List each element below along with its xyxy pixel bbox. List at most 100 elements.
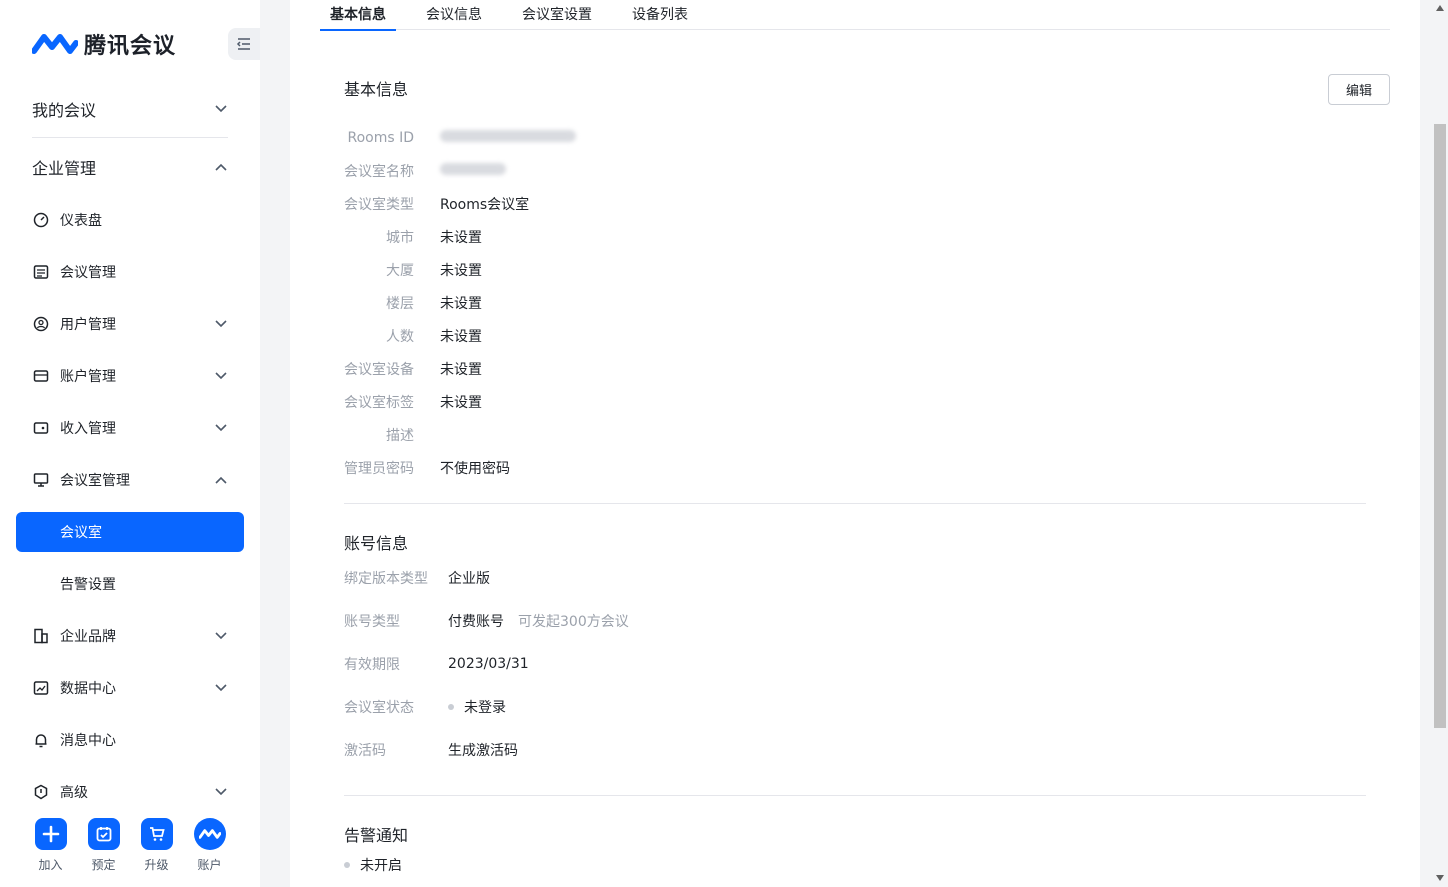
upgrade-label: 升级 [144, 858, 169, 872]
field-label: 会议室状态 [344, 700, 414, 716]
field-label: 激活码 [344, 743, 386, 759]
sidebar-item-label: 告警设置 [60, 577, 116, 593]
field-value: 未设置 [440, 395, 482, 411]
account-row-type: 账号类型 付费账号 可发起300方会议 [344, 611, 629, 631]
field-label: 大厦 [386, 263, 414, 279]
field-value: 付费账号 [448, 614, 504, 630]
field-label: 楼层 [386, 296, 414, 312]
account-type-note: 可发起300方会议 [518, 614, 629, 630]
sidebar-item-label: 会议室 [60, 525, 102, 541]
sidebar-item-dashboard[interactable]: 仪表盘 [32, 200, 228, 240]
tab-room-settings[interactable]: 会议室设置 [512, 0, 602, 30]
sidebar-item-label: 仪表盘 [60, 213, 102, 229]
sidebar: 腾讯会议 我的会议 企业管理 仪表盘 会议管理 用户管理 账户管理 收入管理 会… [0, 0, 260, 887]
dashboard-icon [32, 211, 50, 229]
field-value: 未设置 [440, 362, 482, 378]
sidebar-item-meeting-management[interactable]: 会议管理 [32, 252, 228, 292]
sidebar-item-label: 收入管理 [60, 421, 116, 437]
tencent-meeting-logo-icon [32, 34, 78, 54]
sidebar-item-room-management[interactable]: 会议室管理 [32, 460, 228, 500]
chevron-down-icon [214, 369, 228, 383]
tab-device-list[interactable]: 设备列表 [622, 0, 698, 30]
app-name: 腾讯会议 [84, 34, 177, 59]
nav-enterprise-management[interactable]: 企业管理 [32, 139, 228, 195]
sidebar-item-meeting-rooms[interactable]: 会议室 [16, 512, 244, 552]
field-value [440, 130, 576, 146]
sidebar-item-revenue-management[interactable]: 收入管理 [32, 408, 228, 448]
field-label: 人数 [386, 329, 414, 345]
account-info-title: 账号信息 [344, 534, 409, 553]
upgrade-button[interactable]: 升级 [130, 818, 183, 873]
sidebar-item-account-management[interactable]: 账户管理 [32, 356, 228, 396]
field-value: 企业版 [448, 571, 490, 587]
account-row-expiry: 有效期限 2023/03/31 [344, 654, 529, 674]
sidebar-item-message-center[interactable]: 消息中心 [32, 720, 228, 760]
sidebar-item-label: 高级 [60, 785, 88, 801]
info-row-room-type: 会议室类型 Rooms会议室 [344, 194, 529, 214]
info-row-capacity: 人数 未设置 [344, 326, 482, 346]
scroll-down-arrow-icon[interactable] [1434, 872, 1446, 884]
schedule-button[interactable]: 预定 [77, 818, 130, 873]
join-label: 加入 [38, 858, 63, 872]
sidebar-item-label: 会议室管理 [60, 473, 130, 489]
redacted-value [440, 130, 576, 142]
chevron-down-icon [214, 102, 228, 116]
app-logo[interactable]: 腾讯会议 [32, 30, 177, 59]
cart-icon [140, 818, 173, 850]
alert-notice-title: 告警通知 [344, 826, 409, 845]
nav-my-meetings[interactable]: 我的会议 [32, 81, 228, 137]
sidebar-item-alert-settings[interactable]: 告警设置 [60, 564, 116, 604]
chart-icon [32, 679, 50, 697]
field-label: 绑定版本类型 [344, 571, 428, 587]
account-row-room-status: 会议室状态 未登录 [344, 697, 506, 717]
sidebar-item-label: 用户管理 [60, 317, 116, 333]
calendar-icon [87, 818, 120, 850]
tab-basic-info[interactable]: 基本信息 [320, 0, 396, 31]
list-icon [32, 263, 50, 281]
sidebar-item-label: 会议管理 [60, 265, 116, 281]
chevron-down-icon [214, 421, 228, 435]
user-icon [32, 315, 50, 333]
sidebar-item-advanced[interactable]: 高级 [32, 772, 228, 812]
field-value: 未设置 [440, 329, 482, 345]
info-row-admin-password: 管理员密码 不使用密码 [344, 458, 510, 478]
alert-status-value: 未开启 [360, 858, 402, 874]
account-row-edition: 绑定版本类型 企业版 [344, 568, 490, 588]
collapse-sidebar-button[interactable] [228, 28, 260, 60]
sidebar-item-label: 消息中心 [60, 733, 116, 749]
tab-meeting-info[interactable]: 会议信息 [416, 0, 492, 30]
generate-activation-code-link[interactable]: 生成激活码 [448, 740, 518, 760]
edit-button[interactable]: 编辑 [1328, 74, 1390, 105]
monitor-icon [32, 471, 50, 489]
scrollbar-thumb[interactable] [1434, 124, 1446, 728]
redacted-value [440, 163, 506, 175]
field-label: 管理员密码 [344, 461, 414, 477]
sidebar-item-user-management[interactable]: 用户管理 [32, 304, 228, 344]
field-label: 描述 [386, 428, 414, 444]
wallet-icon [32, 419, 50, 437]
field-value: 未设置 [440, 296, 482, 312]
sidebar-item-label: 企业品牌 [60, 629, 116, 645]
info-row-building: 大厦 未设置 [344, 260, 482, 280]
account-button[interactable]: 账户 [183, 818, 236, 873]
section-divider [344, 795, 1366, 796]
info-row-rooms-id: Rooms ID [344, 128, 576, 148]
sidebar-item-data-center[interactable]: 数据中心 [32, 668, 228, 708]
scroll-up-arrow-icon[interactable] [1434, 2, 1446, 14]
info-row-floor: 楼层 未设置 [344, 293, 482, 313]
plus-icon [34, 818, 67, 850]
nav-enterprise-management-label: 企业管理 [32, 159, 97, 178]
sidebar-item-enterprise-brand[interactable]: 企业品牌 [32, 616, 228, 656]
status-dot [448, 704, 454, 710]
account-avatar-icon [193, 818, 226, 850]
chevron-up-icon [214, 473, 228, 487]
field-value: 不使用密码 [440, 461, 510, 477]
status-dot [344, 862, 350, 868]
account-label: 账户 [197, 858, 222, 872]
field-label: Rooms ID [347, 130, 414, 146]
alert-status-row: 未开启 [344, 855, 402, 875]
join-button[interactable]: 加入 [24, 818, 77, 873]
field-value: 未设置 [440, 263, 482, 279]
account-row-activation-code: 激活码 生成激活码 [344, 740, 518, 760]
status-value: 未登录 [464, 700, 506, 716]
